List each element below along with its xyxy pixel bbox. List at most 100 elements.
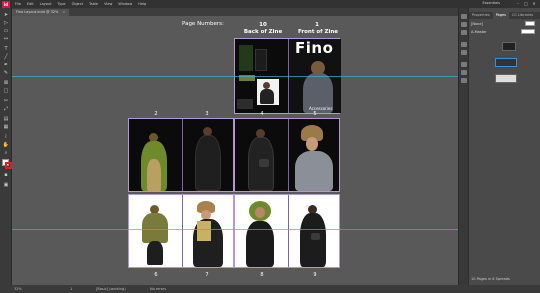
stroke-panel-icon[interactable] [461, 62, 467, 67]
type-icon[interactable]: T [2, 46, 10, 52]
pencil-icon[interactable]: ✎ [2, 70, 10, 76]
menu-window[interactable]: Window [118, 2, 132, 6]
menu-bar: Id File Edit Layout Type Object Table Vi… [0, 0, 540, 8]
menu-edit[interactable]: Edit [27, 2, 34, 6]
page-8[interactable] [235, 195, 288, 267]
photo-thumbnail [237, 99, 253, 109]
handbag [311, 233, 320, 240]
close-button[interactable]: ✕ [530, 1, 538, 6]
document-tab-bar: Fino Layout.indd @ 32% × [12, 8, 458, 16]
gap-tool-icon[interactable]: ↔ [2, 36, 10, 42]
photo-thumbnail [257, 79, 279, 105]
menu-table[interactable]: Table [89, 2, 98, 6]
spread-8-9[interactable] [234, 194, 340, 268]
page-number-9: 9 [313, 272, 317, 278]
color-panel-icon[interactable] [461, 78, 467, 83]
menu-type[interactable]: Type [58, 2, 66, 6]
spread-4-5[interactable] [234, 118, 340, 192]
maximize-button[interactable]: □ [522, 1, 530, 6]
tab-cc-libraries[interactable]: CC Libraries [509, 12, 536, 19]
rectangle-frame-icon[interactable]: ⊠ [2, 80, 10, 86]
eyedropper-icon[interactable]: ⌇ [2, 134, 10, 140]
page-5[interactable] [289, 119, 341, 191]
page-thumb-spread-2[interactable] [495, 58, 517, 67]
menu-help[interactable]: Help [138, 2, 146, 6]
page-number-7: 7 [205, 272, 209, 278]
preflight-profile[interactable]: [Basic] (working) [96, 287, 126, 291]
spread-6-7[interactable] [128, 194, 234, 268]
apply-color-icon[interactable]: ▪ [2, 172, 10, 178]
page-2[interactable] [129, 119, 182, 191]
menu-object[interactable]: Object [72, 2, 83, 6]
model-body [295, 151, 333, 191]
page-7[interactable] [183, 195, 235, 267]
line-icon[interactable]: ╱ [2, 54, 10, 60]
zoom-level[interactable]: 32% [14, 287, 22, 291]
spread-2-3[interactable] [128, 118, 234, 192]
none-master-label[interactable]: [None] [471, 22, 483, 26]
model-legs [147, 241, 163, 265]
free-transform-icon[interactable]: ⤢ [2, 106, 10, 112]
page-thumb-spread-3[interactable] [495, 74, 517, 83]
none-master-thumb[interactable] [525, 21, 535, 26]
screen-mode-icon[interactable]: ▣ [2, 182, 10, 188]
model-legs [147, 159, 161, 191]
page-9[interactable] [289, 195, 341, 267]
workspace-switcher[interactable]: Essentials [482, 1, 500, 5]
model-body [260, 89, 274, 104]
menu-layout[interactable]: Layout [40, 2, 52, 6]
front-of-zine-caption: Front of Zine [298, 29, 338, 35]
pages-count: 10 Pages in 6 Spreads [471, 277, 510, 281]
pasteboard: Page Numbers: 10 Back of Zine 1 Front of… [12, 16, 458, 285]
direct-selection-icon[interactable]: ▷ [2, 20, 10, 26]
close-tab-icon[interactable]: × [62, 10, 65, 14]
zoom-icon[interactable]: ⌕ [2, 150, 10, 156]
cc-libraries-icon[interactable] [461, 30, 467, 35]
model-body [195, 135, 221, 191]
preflight-errors: No errors [150, 287, 167, 291]
front-page-number: 1 [315, 22, 319, 28]
model-body [142, 213, 168, 243]
stroke-swatch[interactable] [5, 162, 12, 169]
menu-view[interactable]: View [104, 2, 112, 6]
a-master-thumb[interactable] [521, 29, 535, 34]
a-master-label[interactable]: A-Master [471, 30, 487, 34]
rectangle-icon[interactable]: □ [2, 88, 10, 94]
properties-panel-icon[interactable] [461, 14, 467, 19]
scissors-icon[interactable]: ✂ [2, 98, 10, 104]
tab-pages[interactable]: Pages [492, 12, 509, 19]
tab-properties[interactable]: Properties [469, 12, 493, 19]
pages-panel-icon[interactable] [461, 22, 467, 27]
document-tab[interactable]: Fino Layout.indd @ 32% × [12, 9, 70, 16]
panel-dock [458, 8, 468, 285]
panel-tabs: Properties Pages CC Libraries [469, 12, 540, 19]
links-panel-icon[interactable] [461, 50, 467, 55]
status-bar: 32% 1 [Basic] (working) No errors [0, 285, 540, 293]
page-number-4: 4 [260, 111, 264, 117]
cover-title: Fino [295, 39, 334, 57]
page-6[interactable] [129, 195, 182, 267]
back-page-number: 10 [259, 22, 267, 28]
model-head [255, 207, 265, 218]
page-4[interactable] [235, 119, 288, 191]
minimize-button[interactable]: – [514, 1, 522, 6]
page-number-6: 6 [154, 272, 158, 278]
page-indicator[interactable]: 1 [70, 287, 72, 291]
window-controls: – □ ✕ [514, 1, 538, 6]
layers-panel-icon[interactable] [461, 42, 467, 47]
pen-icon[interactable]: ✒ [2, 62, 10, 68]
page-3[interactable] [183, 119, 235, 191]
menu-file[interactable]: File [15, 2, 21, 6]
horizontal-guide[interactable] [12, 76, 458, 77]
gradient-icon[interactable]: ▤ [2, 116, 10, 122]
swatches-panel-icon[interactable] [461, 70, 467, 75]
selection-icon[interactable]: ➤ [2, 12, 10, 18]
hand-icon[interactable]: ✋ [2, 142, 10, 148]
page-tool-icon[interactable]: ▭ [2, 28, 10, 34]
page-thumb-spread-1[interactable] [502, 42, 516, 51]
photo-thumbnail [239, 45, 253, 71]
model-head [263, 82, 270, 89]
note-icon[interactable]: ▦ [2, 124, 10, 130]
horizontal-guide[interactable] [12, 229, 458, 230]
pages-panel: Properties Pages CC Libraries [None] A-M… [468, 8, 540, 285]
